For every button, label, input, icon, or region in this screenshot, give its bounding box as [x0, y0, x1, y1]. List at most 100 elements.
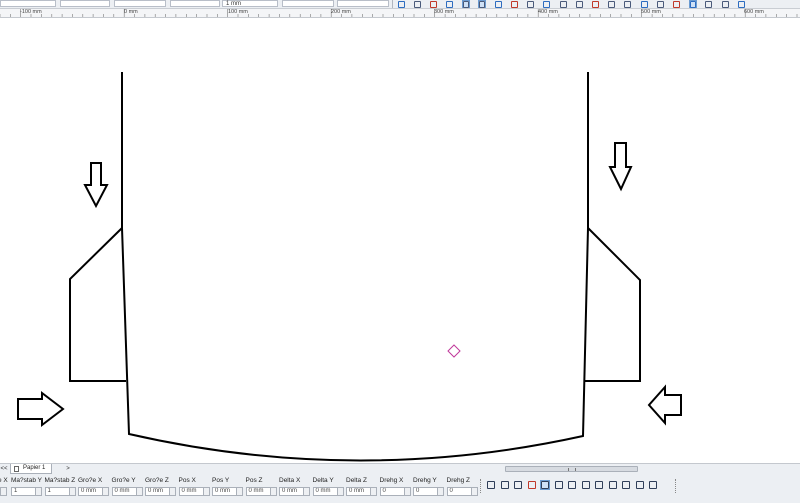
draw-arc-icon[interactable]	[494, 0, 502, 8]
toolbar-field-7[interactable]	[337, 0, 389, 7]
spinner-icon[interactable]	[102, 488, 108, 495]
right-flap-outline[interactable]	[584, 227, 641, 382]
transform-input[interactable]: 0	[446, 487, 478, 496]
next-page-button[interactable]: >	[64, 465, 72, 473]
left-flap-outline[interactable]	[69, 227, 126, 382]
node-edit-icon[interactable]	[446, 0, 454, 8]
transform-input[interactable]: 0	[413, 487, 444, 496]
left-arrow-icon[interactable]	[647, 384, 682, 426]
spinner-icon[interactable]	[169, 488, 175, 495]
align-center-icon[interactable]	[594, 480, 604, 490]
display-icon[interactable]	[737, 0, 745, 8]
toolbar-field-2[interactable]	[60, 0, 110, 7]
spinner-icon[interactable]	[403, 488, 410, 495]
snap-line-icon[interactable]	[429, 0, 437, 8]
toolbar-field-4[interactable]	[170, 0, 220, 7]
spinner-icon[interactable]	[437, 488, 443, 495]
transform-input[interactable]: 0 mm	[245, 487, 277, 496]
panel-grip[interactable]	[480, 479, 483, 493]
align-bottom-icon[interactable]	[635, 480, 645, 490]
reset-icon[interactable]	[567, 480, 577, 490]
transform-input[interactable]: 0 mm	[178, 487, 210, 496]
distribute-icon[interactable]	[608, 0, 616, 8]
scale-box-icon[interactable]	[554, 480, 564, 490]
spinner-icon[interactable]	[236, 488, 242, 495]
transform-input[interactable]: 0 mm	[78, 487, 109, 496]
align-top-icon[interactable]	[621, 480, 631, 490]
align-icon[interactable]	[591, 0, 599, 8]
align-bottom-icon-glyph	[635, 481, 644, 489]
spinner-icon[interactable]	[370, 488, 376, 495]
rotate-icon[interactable]	[543, 0, 551, 8]
scale-icon[interactable]	[559, 0, 567, 8]
horizontal-ruler[interactable]: -100 mm 0 mm 100 mm 200 mm 300 mm 400 mm…	[0, 9, 800, 18]
snap-grid-icon[interactable]	[397, 0, 405, 8]
paper-tab-label: Papier 1	[23, 465, 46, 471]
bounding-box-icon[interactable]	[540, 480, 550, 490]
spinner-icon[interactable]	[470, 488, 477, 495]
arc-tool-icon[interactable]	[510, 0, 518, 8]
toolbar-field-6[interactable]	[282, 0, 334, 7]
transform-icon[interactable]	[513, 480, 523, 490]
snap-point-icon[interactable]	[413, 0, 421, 8]
ungroup-icon[interactable]	[500, 480, 510, 490]
spinner-icon[interactable]	[269, 488, 276, 495]
crosshair-icon[interactable]	[640, 0, 648, 8]
lock-icon[interactable]	[672, 0, 680, 8]
transform-input[interactable]: 1	[44, 487, 76, 496]
mirror-icon[interactable]	[575, 0, 583, 8]
pin-icon[interactable]	[656, 0, 664, 8]
reset-icon-glyph	[568, 481, 576, 489]
transform-input[interactable]: 1	[0, 487, 7, 496]
group-icon-glyph	[487, 481, 495, 489]
spinner-icon[interactable]	[68, 488, 75, 495]
spinner-icon[interactable]	[202, 488, 209, 495]
spinner-icon[interactable]	[0, 488, 6, 495]
drawing-canvas[interactable]	[0, 18, 800, 463]
down-arrow-right-icon[interactable]	[608, 142, 633, 192]
transform-input[interactable]: 0	[379, 487, 411, 496]
draw-line-icon[interactable]	[478, 0, 486, 8]
transform-input[interactable]: 0 mm	[346, 487, 377, 496]
spinner-icon[interactable]	[35, 488, 41, 495]
move-icon[interactable]	[527, 0, 535, 8]
transform-input[interactable]: 1	[11, 487, 42, 496]
spinner-icon[interactable]	[303, 488, 309, 495]
align-left-icon[interactable]	[581, 480, 591, 490]
spinner-icon[interactable]	[135, 488, 142, 495]
transform-input-value: 0	[382, 488, 386, 494]
transform-input[interactable]: 0 mm	[212, 487, 243, 496]
down-arrow-left-icon[interactable]	[83, 162, 109, 209]
distribute-icon[interactable]	[648, 480, 658, 490]
align-right-icon[interactable]	[608, 480, 618, 490]
main-shape-outline[interactable]	[121, 72, 589, 462]
right-arrow-icon[interactable]	[17, 390, 65, 428]
tab-papier-1[interactable]: Papier 1	[10, 464, 53, 474]
flip-icon[interactable]	[527, 480, 537, 490]
pivot-marker-icon[interactable]	[447, 344, 461, 358]
render-icon[interactable]	[705, 0, 713, 8]
horizontal-scrollbar[interactable]	[505, 466, 638, 472]
spinner-icon[interactable]	[336, 488, 343, 495]
ruler-label: 100 mm	[228, 9, 248, 15]
layer-icon[interactable]	[624, 0, 632, 8]
ruler-ticks	[0, 9, 798, 17]
group-icon[interactable]	[486, 480, 496, 490]
node-edit-icon-glyph	[446, 0, 454, 8]
toolbar-separator	[392, 0, 393, 8]
transform-input[interactable]: 0 mm	[279, 487, 310, 496]
transform-input[interactable]: 0 mm	[111, 487, 143, 496]
scrollbar-grip-icon[interactable]	[568, 468, 576, 471]
transform-input[interactable]: 0 mm	[145, 487, 176, 496]
toolbar-field-1[interactable]	[0, 0, 56, 7]
select-icon[interactable]	[461, 0, 470, 8]
distribute-icon-glyph	[608, 0, 616, 8]
toolbar-size-field[interactable]: 1 mm	[222, 0, 278, 7]
view-icon-glyph	[689, 0, 696, 8]
toolbar-field-3[interactable]	[114, 0, 166, 7]
settings-icon[interactable]	[721, 0, 729, 8]
panel-grip[interactable]	[675, 479, 678, 493]
first-page-button[interactable]: <<	[0, 465, 8, 473]
view-icon[interactable]	[688, 0, 697, 8]
transform-input[interactable]: 0 mm	[312, 487, 344, 496]
